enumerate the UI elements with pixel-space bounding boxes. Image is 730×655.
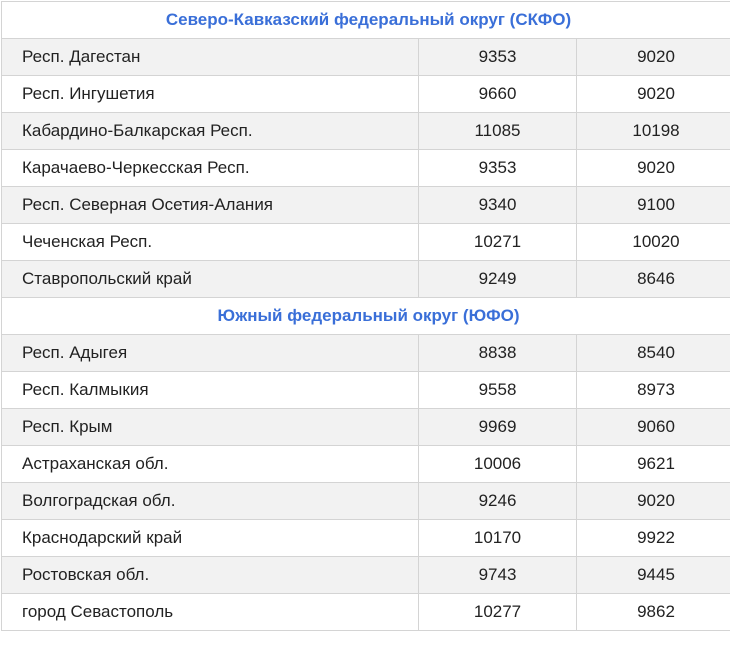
table-row: Респ. Крым 9969 9060 [2, 409, 730, 446]
value-cell-2: 9020 [577, 483, 730, 520]
value-cell-1: 10277 [419, 594, 577, 631]
region-name: Респ. Северная Осетия-Алания [2, 187, 419, 224]
table-row: Чеченская Респ. 10271 10020 [2, 224, 730, 261]
table-row: город Севастополь 10277 9862 [2, 594, 730, 631]
value-cell-2: 9445 [577, 557, 730, 594]
group-title: Северо-Кавказский федеральный округ (СКФ… [2, 2, 730, 39]
value-cell-1: 9743 [419, 557, 577, 594]
value-cell-1: 8838 [419, 335, 577, 372]
value-cell-2: 9922 [577, 520, 730, 557]
group-title: Южный федеральный округ (ЮФО) [2, 298, 730, 335]
region-name: Астраханская обл. [2, 446, 419, 483]
value-cell-1: 10006 [419, 446, 577, 483]
region-name: Волгоградская обл. [2, 483, 419, 520]
group-header-row: Северо-Кавказский федеральный округ (СКФ… [2, 2, 730, 39]
table-row: Респ. Ингушетия 9660 9020 [2, 76, 730, 113]
value-cell-1: 10271 [419, 224, 577, 261]
region-name: Ростовская обл. [2, 557, 419, 594]
table-row: Ростовская обл. 9743 9445 [2, 557, 730, 594]
value-cell-1: 9246 [419, 483, 577, 520]
table-row: Волгоградская обл. 9246 9020 [2, 483, 730, 520]
value-cell-1: 9660 [419, 76, 577, 113]
region-name: Кабардино-Балкарская Респ. [2, 113, 419, 150]
region-name: Респ. Крым [2, 409, 419, 446]
value-cell-2: 9020 [577, 39, 730, 76]
region-name: Респ. Калмыкия [2, 372, 419, 409]
table-row: Респ. Дагестан 9353 9020 [2, 39, 730, 76]
value-cell-2: 9020 [577, 150, 730, 187]
region-name: Респ. Адыгея [2, 335, 419, 372]
region-table-body: Северо-Кавказский федеральный округ (СКФ… [2, 2, 730, 631]
value-cell-2: 9862 [577, 594, 730, 631]
table-row: Ставропольский край 9249 8646 [2, 261, 730, 298]
value-cell-1: 9353 [419, 150, 577, 187]
region-name: город Севастополь [2, 594, 419, 631]
table-row: Респ. Северная Осетия-Алания 9340 9100 [2, 187, 730, 224]
region-name: Респ. Дагестан [2, 39, 419, 76]
value-cell-2: 10198 [577, 113, 730, 150]
table-row: Астраханская обл. 10006 9621 [2, 446, 730, 483]
value-cell-2: 8973 [577, 372, 730, 409]
region-name: Ставропольский край [2, 261, 419, 298]
value-cell-2: 8540 [577, 335, 730, 372]
value-cell-2: 9060 [577, 409, 730, 446]
table-row: Краснодарский край 10170 9922 [2, 520, 730, 557]
table-row: Респ. Калмыкия 9558 8973 [2, 372, 730, 409]
value-cell-2: 10020 [577, 224, 730, 261]
value-cell-1: 9353 [419, 39, 577, 76]
value-cell-1: 9340 [419, 187, 577, 224]
region-table: Северо-Кавказский федеральный округ (СКФ… [1, 1, 730, 631]
region-name: Чеченская Респ. [2, 224, 419, 261]
table-row: Кабардино-Балкарская Респ. 11085 10198 [2, 113, 730, 150]
table-row: Респ. Адыгея 8838 8540 [2, 335, 730, 372]
value-cell-2: 8646 [577, 261, 730, 298]
value-cell-2: 9621 [577, 446, 730, 483]
value-cell-2: 9100 [577, 187, 730, 224]
region-name: Карачаево-Черкесская Респ. [2, 150, 419, 187]
value-cell-1: 11085 [419, 113, 577, 150]
group-header-row: Южный федеральный округ (ЮФО) [2, 298, 730, 335]
table-row: Карачаево-Черкесская Респ. 9353 9020 [2, 150, 730, 187]
value-cell-1: 9249 [419, 261, 577, 298]
value-cell-1: 10170 [419, 520, 577, 557]
region-name: Респ. Ингушетия [2, 76, 419, 113]
value-cell-1: 9558 [419, 372, 577, 409]
value-cell-2: 9020 [577, 76, 730, 113]
value-cell-1: 9969 [419, 409, 577, 446]
region-name: Краснодарский край [2, 520, 419, 557]
